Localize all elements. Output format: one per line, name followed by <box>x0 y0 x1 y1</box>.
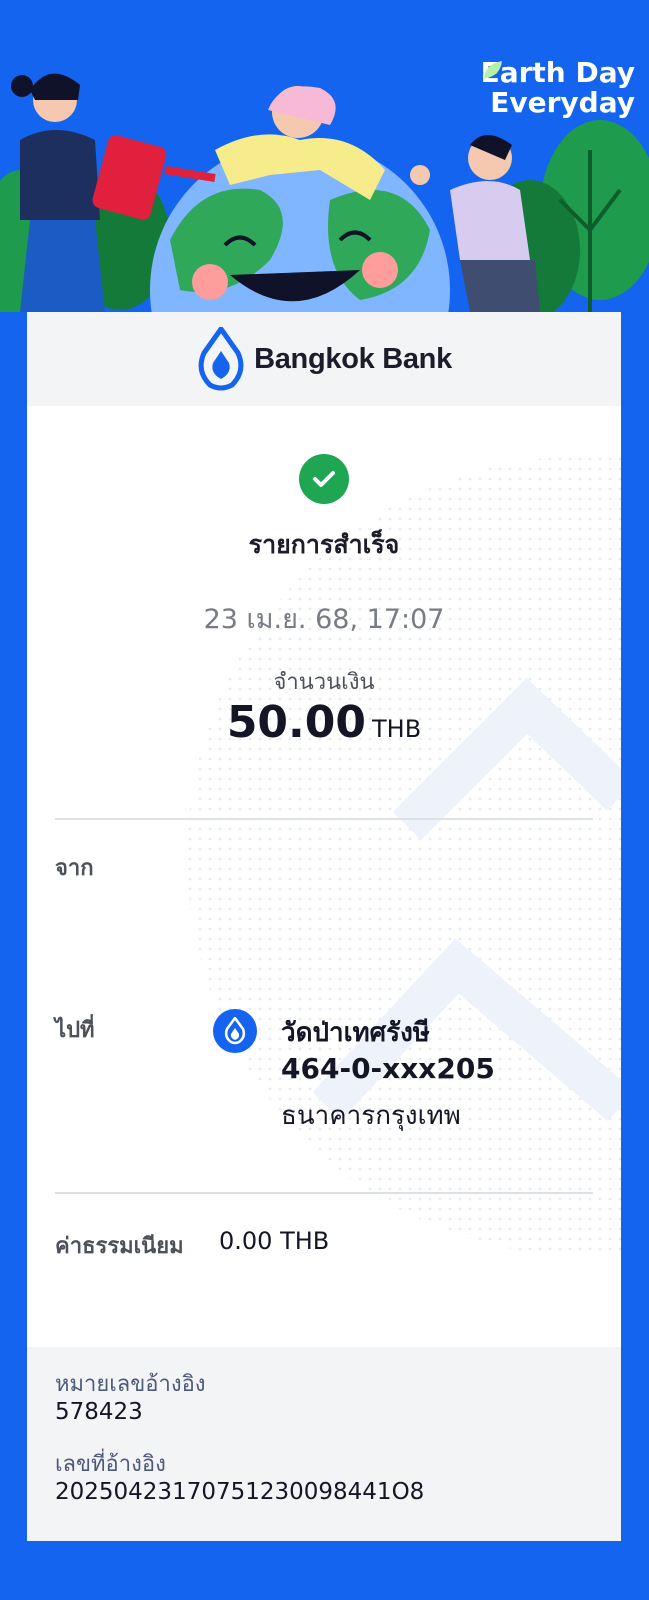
reference-section: หมายเลขอ้างอิง 578423 เลขที่อ้างอิง 2025… <box>27 1347 621 1541</box>
amount-currency: THB <box>372 715 422 743</box>
reference-number: 578423 <box>55 1399 143 1425</box>
transaction-datetime: 23 เม.ย. 68, 17:07 <box>203 604 445 635</box>
transaction-status: รายการสำเร็จ <box>248 530 400 559</box>
earth-day-banner: Earth Day Everyday <box>0 0 649 312</box>
check-circle-icon <box>299 454 349 504</box>
reference-id: 20250423170751230098441O8 <box>55 1479 425 1505</box>
earth-day-title-line2: Everyday <box>490 86 635 119</box>
divider <box>55 818 593 820</box>
leaf-icon <box>483 61 502 79</box>
recipient-name: วัดป่าเทศรังษี <box>281 1018 430 1048</box>
divider <box>55 1192 593 1194</box>
amount-row: 50.00 THB <box>27 697 621 748</box>
reference-id-label: เลขที่อ้างอิง <box>55 1452 166 1477</box>
transfer-receipt-card: Bangkok Bank รายการสำเร็จ 23 เม.ย. 68, 1… <box>27 312 621 1541</box>
from-label: จาก <box>55 856 94 881</box>
to-label: ไปที่ <box>55 1018 95 1043</box>
recipient-bank: ธนาคารกรุงเทพ <box>281 1101 461 1131</box>
bank-name: Bangkok Bank <box>254 342 452 375</box>
fee-value: 0.00 THB <box>219 1227 330 1255</box>
amount-value: 50.00 <box>226 697 366 748</box>
earth-day-illustration <box>0 73 649 312</box>
receipt-header: Bangkok Bank <box>27 312 621 406</box>
bangkok-bank-icon <box>213 1009 257 1053</box>
bangkok-bank-logo-icon <box>198 327 244 391</box>
recipient-account: 464-0-xxx205 <box>281 1052 495 1085</box>
reference-number-label: หมายเลขอ้างอิง <box>55 1372 206 1397</box>
earth-day-title: Earth Day Everyday <box>481 58 635 118</box>
fee-label: ค่าธรรมเนียม <box>55 1234 184 1259</box>
amount-label: จำนวนเงิน <box>273 670 375 695</box>
